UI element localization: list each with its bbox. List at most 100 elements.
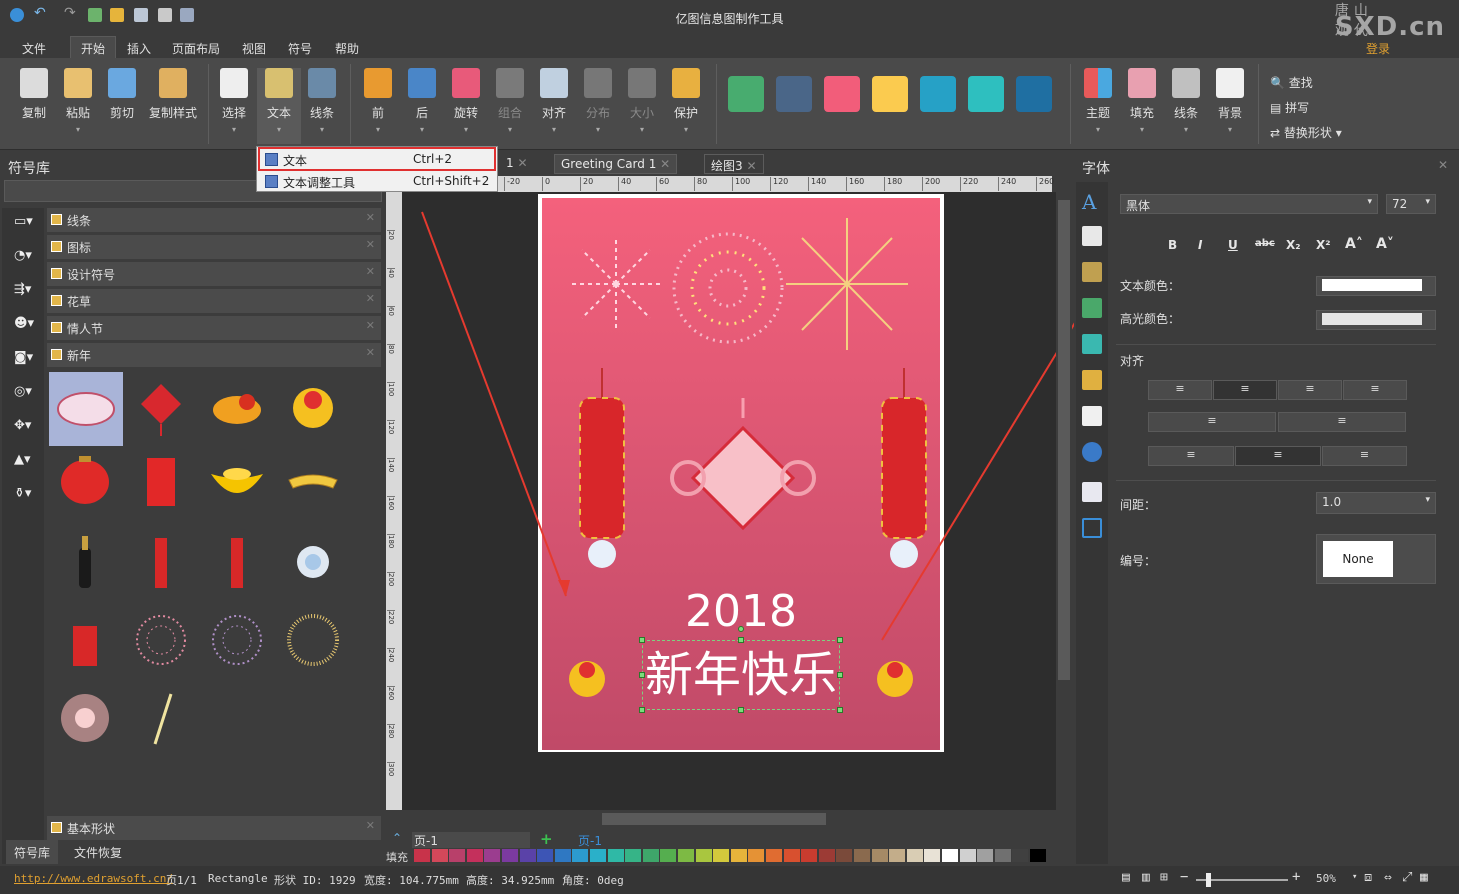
palette-color[interactable] (449, 849, 466, 862)
underline-button[interactable]: U (1228, 238, 1238, 252)
palette-color[interactable] (783, 849, 800, 862)
distribute-button[interactable]: 分布 ▾ (576, 68, 620, 134)
close-icon[interactable]: ✕ (746, 159, 756, 173)
firework-left[interactable] (566, 234, 666, 334)
theme-button[interactable]: 主题 ▾ (1076, 68, 1120, 134)
palette-color[interactable] (942, 849, 958, 862)
greeting-text-box[interactable]: 新年快乐 (642, 640, 840, 710)
page-view-icon[interactable]: ▤ (1122, 870, 1130, 885)
symbol-dynamite[interactable] (55, 610, 115, 670)
symbol-pink-firework[interactable] (131, 610, 191, 670)
fullscreen-icon[interactable]: ⤢ (1402, 870, 1412, 885)
scroll-thumb[interactable] (602, 813, 826, 825)
comment-tab-icon[interactable] (1082, 518, 1102, 538)
style-swatch[interactable] (824, 76, 860, 112)
bring-front-button[interactable]: 前 ▾ (356, 68, 400, 134)
palette-color[interactable] (554, 849, 571, 862)
resize-handle[interactable] (639, 672, 645, 678)
chevron-down-icon[interactable]: ▾ (1352, 872, 1357, 882)
symbol-scroll[interactable] (283, 452, 343, 512)
symbol-clouds[interactable] (49, 372, 123, 446)
lion-dance-right[interactable] (872, 654, 918, 700)
symbol-firecracker[interactable] (131, 532, 191, 592)
palette-color[interactable] (871, 849, 888, 862)
palette-color[interactable] (590, 849, 606, 862)
category-new-year[interactable]: 新年 ✕ (47, 343, 381, 367)
text-color-picker[interactable] (1316, 276, 1436, 296)
align-center-button[interactable] (1213, 380, 1277, 400)
align-bottom-button[interactable] (1322, 446, 1407, 466)
font-tab-icon[interactable]: A (1082, 190, 1102, 214)
size-button[interactable]: 大小 ▾ (620, 68, 664, 134)
puzzle-category-icon[interactable]: ✥▾ (14, 418, 42, 438)
page-tab[interactable]: 页-1 (578, 832, 602, 849)
vertical-scrollbar[interactable] (1056, 192, 1072, 810)
palette-color[interactable] (959, 849, 976, 862)
firecracker-string-left[interactable] (572, 368, 632, 578)
category-icons[interactable]: 图标 ✕ (47, 235, 381, 259)
align-right-button[interactable] (1278, 380, 1342, 400)
chevron-up-icon[interactable]: ⌃ (392, 831, 402, 845)
firework-right[interactable] (782, 214, 912, 354)
category-lines[interactable]: 线条 ✕ (47, 208, 381, 232)
resize-handle[interactable] (639, 707, 645, 713)
strikethrough-button[interactable]: abc (1255, 238, 1275, 249)
symbol-red-envelope[interactable] (131, 452, 191, 512)
resize-handle[interactable] (738, 637, 744, 643)
symbol-purple-firework[interactable] (207, 610, 267, 670)
shape-category-icon[interactable]: ▭▾ (14, 214, 42, 234)
symbol-explosion[interactable] (283, 532, 343, 592)
numbering-select[interactable]: None (1316, 534, 1436, 584)
people-category-icon[interactable]: ☻▾ (14, 316, 42, 336)
website-link[interactable]: http://www.edrawsoft.cn/ (14, 872, 173, 885)
palette-color[interactable] (484, 849, 501, 862)
close-icon[interactable]: ✕ (366, 319, 375, 332)
align-justify-button[interactable] (1343, 380, 1407, 400)
symbol-lion-dance[interactable] (283, 378, 343, 438)
protect-button[interactable]: 保护 ▾ (664, 68, 708, 134)
symbol-sparkler[interactable] (131, 688, 191, 748)
resize-handle[interactable] (639, 637, 645, 643)
style-swatch[interactable] (728, 76, 764, 112)
palette-color[interactable] (994, 849, 1011, 862)
symbol-lantern[interactable] (55, 452, 115, 512)
zoom-slider-thumb[interactable] (1206, 873, 1211, 887)
palette-color[interactable] (519, 849, 536, 862)
palette-color[interactable] (854, 849, 870, 862)
spacing-select[interactable]: 1.0 ▾ (1316, 492, 1436, 514)
symbol-gold-ingot[interactable] (207, 452, 267, 512)
line-tab-icon[interactable] (1082, 262, 1102, 282)
palette-color[interactable] (502, 849, 518, 862)
align-button[interactable]: 对齐 ▾ (532, 68, 576, 134)
document-tab-icon[interactable] (1082, 406, 1102, 426)
firework-middle[interactable] (668, 228, 788, 348)
shadow-tab-icon[interactable] (1082, 334, 1102, 354)
palette-color[interactable] (730, 849, 747, 862)
symbol-chinese-knot[interactable] (131, 378, 191, 438)
fill-button[interactable]: 填充 ▾ (1120, 68, 1164, 134)
menu-symbols[interactable]: 符号 (288, 40, 312, 57)
menu-view[interactable]: 视图 (242, 40, 266, 57)
symbol-golden-fish[interactable] (207, 378, 267, 438)
format-painter-button[interactable]: 复制样式 (146, 68, 200, 121)
font-size-select[interactable]: 72 ▾ (1386, 194, 1436, 214)
align-middle-button[interactable] (1235, 446, 1321, 466)
menu-file[interactable]: 文件 (22, 40, 46, 57)
find-button[interactable]: 🔍 查找 (1270, 74, 1313, 91)
palette-color[interactable] (466, 849, 483, 862)
login-link[interactable]: 登录 (1366, 40, 1390, 57)
style-swatch[interactable] (968, 76, 1004, 112)
spell-check-button[interactable]: ▤ 拼写 (1270, 99, 1309, 116)
scroll-thumb[interactable] (1058, 200, 1070, 680)
line-style-button[interactable]: 线条 ▾ (1164, 68, 1208, 134)
image-tab-icon[interactable] (1082, 298, 1102, 318)
close-icon[interactable]: ✕ (660, 157, 670, 171)
layers-tab-icon[interactable] (1082, 370, 1102, 390)
palette-color[interactable] (607, 849, 624, 862)
palette-color[interactable] (1012, 849, 1029, 862)
zoom-out-icon[interactable]: − (1180, 869, 1188, 885)
close-icon[interactable]: ✕ (366, 211, 375, 224)
greeting-card-page[interactable]: 2018 新年快乐 (538, 194, 944, 752)
chart-category-icon[interactable]: ◔▾ (14, 248, 42, 268)
text-tool-button[interactable]: 文本 ▾ (257, 68, 301, 144)
